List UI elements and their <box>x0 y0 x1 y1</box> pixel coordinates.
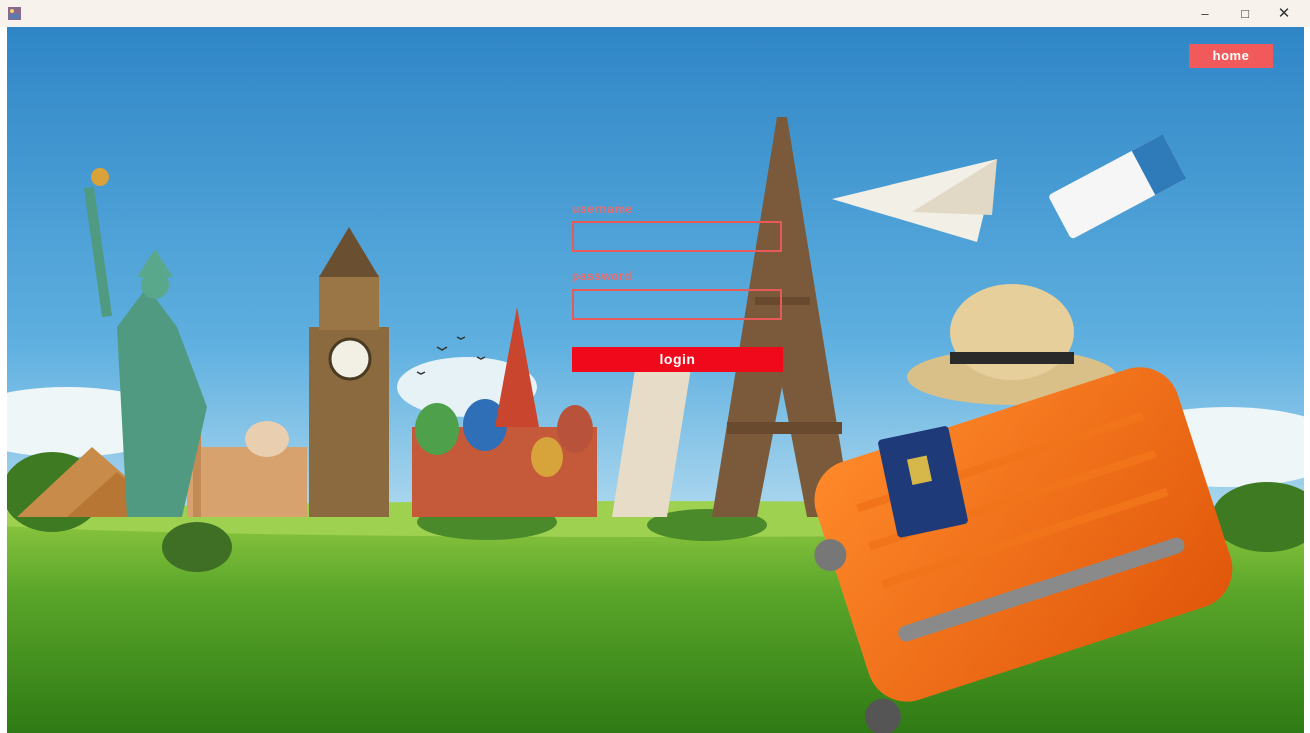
minimize-button[interactable]: – <box>1193 4 1217 24</box>
app-icon <box>8 7 21 20</box>
username-field[interactable] <box>572 221 782 252</box>
password-field[interactable] <box>572 289 782 320</box>
maximize-button[interactable]: □ <box>1233 4 1257 24</box>
username-label: username <box>572 202 633 216</box>
travel-landmarks-illustration <box>7 27 1304 733</box>
close-button[interactable]: ✕ <box>1272 4 1296 24</box>
password-label: password <box>572 269 633 283</box>
login-button[interactable]: login <box>572 347 783 372</box>
home-button[interactable]: home <box>1189 44 1273 68</box>
title-bar: – □ ✕ <box>0 0 1310 27</box>
background-image <box>7 27 1304 733</box>
